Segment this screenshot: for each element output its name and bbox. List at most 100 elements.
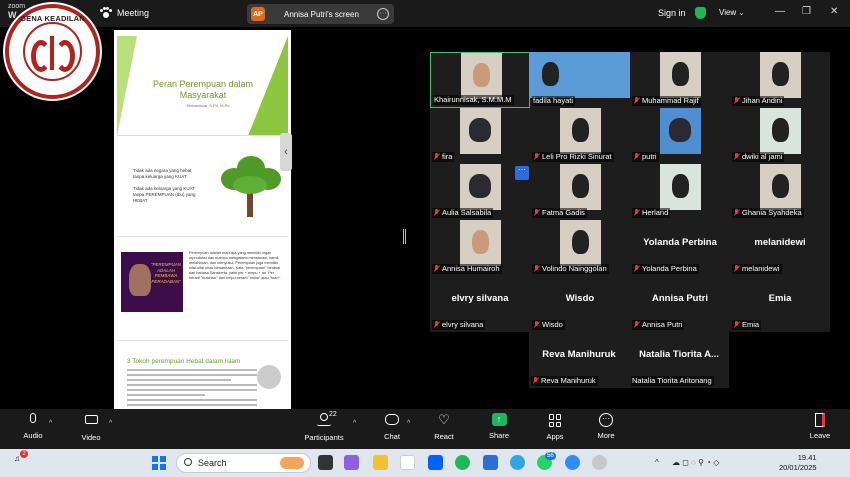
participant-name: Reva Manihuruk [541,376,596,385]
participant-tile[interactable]: dwiki al jami [730,108,830,164]
video-options-caret[interactable]: ^ [109,420,112,427]
close-icon[interactable]: ✕ [830,6,838,17]
audio-button[interactable]: Audio [20,413,46,447]
participant-name-label: Wisdo [532,320,565,330]
meeting-menu[interactable]: Meeting [100,7,149,18]
chat-button[interactable]: Chat [379,413,405,447]
spotify-icon[interactable] [455,455,470,470]
participant-tile[interactable]: Khairunnisak, S.M.M.M [430,52,530,108]
participant-tile[interactable]: elvry silvana elvry silvana [430,276,530,332]
file-explorer-icon[interactable] [373,455,388,470]
clock[interactable]: 19.41 20/01/2025 [779,453,817,473]
participant-tile[interactable]: Leli Pro Rizki Sinurat [530,108,630,164]
participant-tile[interactable]: fira [430,108,530,164]
participant-display-name: Annisa Putri [652,293,708,304]
participant-name: Ghania Syahdeka [742,208,802,217]
audio-options-caret[interactable]: ^ [49,420,52,427]
search-highlight-icon [280,457,304,469]
slide-thumbnail-1[interactable]: Peran Perempuan dalam Masyarakat Mahasis… [117,36,288,136]
participant-video [760,164,801,210]
participant-name-label: fira [432,152,455,162]
participant-name: Leli Pro Rizki Sinurat [542,152,612,161]
tray-overflow-icon[interactable]: ^ [655,458,659,467]
maximize-icon[interactable]: ❐ [802,6,811,17]
participants-icon: 22 [315,411,337,430]
store-icon[interactable] [483,455,498,470]
zoom-taskbar-icon[interactable] [565,455,580,470]
participant-tile[interactable]: Herland [630,164,730,220]
participant-name-label: Natalia Tiorita Aritonang [631,376,714,386]
participant-video [560,108,601,154]
participant-tile[interactable]: Ghania Syahdeka [730,164,830,220]
participant-display-name: elvry silvana [451,293,509,304]
search-box[interactable]: Search [176,453,311,473]
participant-video [560,164,601,210]
leave-button[interactable]: Leave [807,413,833,447]
sharer-avatar: AP [251,7,265,21]
participant-tile[interactable]: melanidewi melanidewi [730,220,830,276]
participant-tile[interactable]: Fatma Gadis [530,164,630,220]
participant-tile[interactable]: fadila hayati [530,52,630,108]
participant-gallery-overflow: Reva Manihuruk Reva Manihuruk Natalia Tior… [529,332,729,388]
participant-tile[interactable]: Jihan Andini [730,52,830,108]
apps-button[interactable]: Apps [542,413,568,447]
participant-tile[interactable]: Annisa Humairoh [430,220,530,276]
participant-name-label: Fatma Gadis [532,208,587,218]
muted-mic-icon [533,321,540,329]
participant-name-label: Emia [732,320,762,330]
edge-icon[interactable] [510,455,525,470]
tray-icons[interactable]: ☁ ◻ ◌ ⚲ ◔ ◇ [672,458,719,467]
minimize-icon[interactable]: — [775,6,785,17]
participant-name-label: Annisa Humairoh [432,264,502,274]
participant-name: Natalia Tiorita Aritonang [632,376,712,385]
participant-tile[interactable]: Natalia Tiorita A... Natalia Tiorita Arit… [629,332,729,388]
slide-thumbnail-2[interactable]: Tidak ada negara yang hebat tanpa keluar… [117,142,288,237]
start-icon[interactable] [152,456,166,470]
app-icon[interactable] [592,455,607,470]
participant-tile[interactable]: Annisa Putri Annisa Putri [630,276,730,332]
participant-tile[interactable]: putri [630,108,730,164]
participant-video [660,52,701,98]
view-button[interactable]: View ⌄ [719,8,744,17]
muted-mic-icon [733,97,740,105]
slide-thumbnail-4[interactable]: 3 Tokoh perempuan Hebat dalam Islam [117,345,288,411]
share-options-icon[interactable]: ··· [377,8,389,20]
react-button[interactable]: ♡ React [431,413,457,447]
slide-thumbnail-3[interactable]: "PEREMPUAN ADALAH PEMBAWA PERADABAN" Per… [117,245,288,341]
task-view-icon[interactable] [318,455,333,470]
participant-tile[interactable]: Yolanda Perbina Yolanda Perbina [630,220,730,276]
participant-name-label: putri [632,152,659,162]
split-divider-handle[interactable] [403,229,406,244]
microphone-icon [24,413,42,428]
copilot-icon[interactable] [344,455,359,470]
participant-name: dwiki al jami [742,152,783,161]
collapse-panel-icon[interactable]: ‹ [280,133,292,171]
participant-tile[interactable]: Emia Emia [730,276,830,332]
shield-icon[interactable] [695,7,706,19]
participant-name: fira [442,152,453,161]
participant-tile[interactable]: Wisdo Wisdo [530,276,630,332]
sign-in-link[interactable]: Sign in [658,8,686,18]
clock-time: 19.41 [797,453,817,462]
participant-name: Annisa Humairoh [442,264,500,273]
video-button[interactable]: Video [78,413,104,447]
participant-tile[interactable]: Reva Manihuruk Reva Manihuruk [529,332,629,388]
amazon-icon[interactable] [400,455,415,470]
tile-options-icon[interactable]: ··· [515,166,529,180]
participant-video [760,52,801,98]
screen-share-indicator[interactable]: AP Annisa Putri's screen ··· [247,4,394,24]
muted-mic-icon [733,153,740,161]
dropbox-icon[interactable] [428,455,443,470]
participant-name-label: Jihan Andini [732,96,785,106]
more-button[interactable]: ··· More [593,413,619,447]
chat-options-caret[interactable]: ^ [407,420,410,427]
participant-name: Annisa Putri [642,320,683,329]
participant-tile[interactable]: Muhammad Rajif [630,52,730,108]
participants-button[interactable]: 22 Participants [301,411,347,447]
muted-mic-icon [633,209,640,217]
share-button[interactable]: ↑ Share [486,413,512,447]
participants-options-caret[interactable]: ^ [353,420,356,427]
participant-video [660,108,701,154]
participant-name: Fatma Gadis [542,208,585,217]
participant-tile[interactable]: Volindo Nainggolan [530,220,630,276]
